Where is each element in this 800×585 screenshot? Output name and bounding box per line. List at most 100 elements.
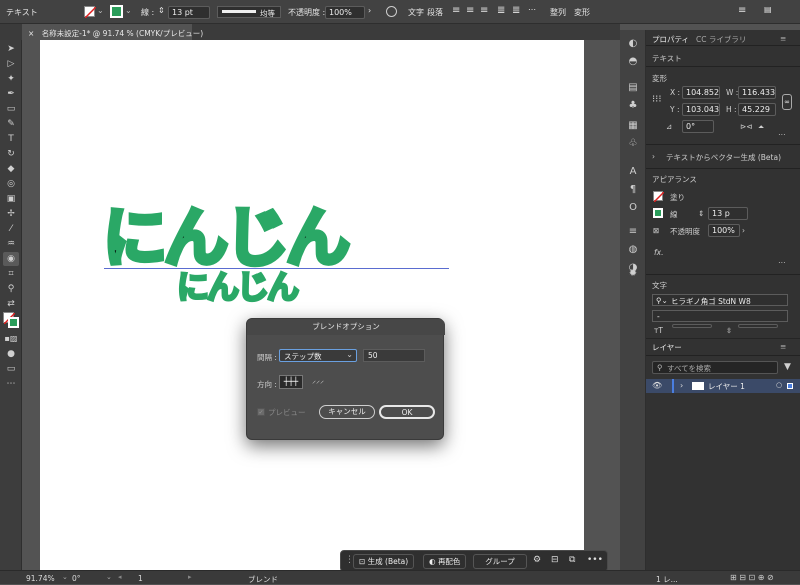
brush-tool-icon[interactable]: ✎ xyxy=(3,117,19,131)
rectangle-tool-icon[interactable]: ▭ xyxy=(3,102,19,116)
font-family-select[interactable]: ⚲⌄ ヒラギノ角ゴ StdN W8 xyxy=(652,294,788,306)
align-panel-icon[interactable]: ≡ xyxy=(627,226,639,238)
zoom-level[interactable]: 91.74% xyxy=(26,574,55,583)
symbols-icon[interactable]: ♧ xyxy=(627,138,639,150)
blend-tool-icon[interactable]: ◉ xyxy=(3,252,19,266)
expand-chevron-icon[interactable]: › xyxy=(652,152,655,161)
rotate-tool-icon[interactable]: ↻ xyxy=(3,147,19,161)
symbol-sprayer-tool-icon[interactable]: ♒ xyxy=(3,237,19,251)
steps-field[interactable]: 50 xyxy=(363,349,425,362)
panel-menu-icon[interactable]: ≡ xyxy=(780,342,786,351)
x-field[interactable]: 104.852 xyxy=(682,86,720,99)
layer-row[interactable]: 👁 › レイヤー 1 ○ xyxy=(646,379,800,393)
zoom-tool-icon[interactable]: ⚲ xyxy=(3,282,19,296)
font-style-select[interactable]: - xyxy=(652,310,788,322)
draw-mode-icon[interactable]: ● xyxy=(3,347,19,361)
stroke-dropdown-icon[interactable]: ⌄ xyxy=(125,6,132,15)
align-left-icon[interactable]: ≡ xyxy=(452,5,460,16)
swap-colors-icon[interactable]: ⇄ xyxy=(3,297,19,311)
panel-options-icon[interactable]: ▤ xyxy=(764,5,772,14)
opacity-field[interactable]: 100% xyxy=(708,224,740,237)
visibility-eye-icon[interactable]: 👁 xyxy=(652,381,662,390)
align-center-icon[interactable]: ≡ xyxy=(466,5,474,16)
fill-swatch[interactable] xyxy=(653,191,665,203)
constrain-proportions-icon[interactable]: ∞ xyxy=(782,94,792,110)
brushes-icon[interactable]: ♣ xyxy=(627,100,639,112)
stroke-swatch[interactable] xyxy=(653,208,663,218)
align-to-page-icon[interactable]: ┼┼┼ xyxy=(279,375,303,389)
type-tool-icon[interactable]: T xyxy=(3,132,19,146)
align-to-path-icon[interactable]: ⸝⸝⸝ xyxy=(306,375,330,389)
spacing-select[interactable]: ステップ数 ⌄ xyxy=(279,349,357,362)
toolbar-stroke-swatch[interactable] xyxy=(8,317,19,328)
mesh-tool-icon[interactable]: ✢ xyxy=(3,207,19,221)
fill-swatch[interactable] xyxy=(84,6,97,19)
layers-search-input[interactable]: ⚲ すべてを検索 xyxy=(652,361,778,374)
tab-layers[interactable]: レイヤー xyxy=(652,342,682,353)
group-button[interactable]: グループ xyxy=(473,554,527,569)
appearance-icon[interactable]: ✹ xyxy=(627,268,639,280)
stepper-icon[interactable]: ⇕ xyxy=(158,6,165,15)
eraser-tool-icon[interactable]: ◆ xyxy=(3,162,19,176)
stroke-weight-field[interactable]: 13 pt xyxy=(168,6,210,19)
character-link[interactable]: 文字 xyxy=(408,7,424,18)
more-appearance-icon[interactable]: ⋯ xyxy=(778,258,786,267)
magic-wand-tool-icon[interactable]: ✦ xyxy=(3,72,19,86)
artboard[interactable] xyxy=(40,40,584,570)
stepper-icon[interactable]: ⇕ xyxy=(698,209,704,218)
artboard-prev-icon[interactable]: ◂ xyxy=(118,573,122,581)
artboard-tool-icon[interactable]: ⌗ xyxy=(3,267,19,281)
y-field[interactable]: 103.043 xyxy=(682,103,720,116)
cancel-button[interactable]: キャンセル xyxy=(319,405,375,419)
transform-panel-link[interactable]: 変形 xyxy=(574,7,590,18)
rotation-dropdown-icon[interactable]: ⌄ xyxy=(106,573,112,581)
flip-vertical-icon[interactable]: ⏶ xyxy=(758,122,764,132)
filter-icon[interactable]: ▼ xyxy=(784,362,791,372)
fx-button[interactable]: fx. xyxy=(654,248,663,257)
more-options-icon[interactable]: ••• xyxy=(587,555,603,565)
opacity-field[interactable]: 100% xyxy=(325,6,365,19)
more-options-icon[interactable]: ⋯ xyxy=(528,5,536,14)
stroke-weight-field[interactable]: 13 p xyxy=(708,207,748,220)
recolor-globe-icon[interactable] xyxy=(386,6,397,17)
opacity-arrow-icon[interactable]: › xyxy=(368,6,371,15)
flip-horizontal-icon[interactable]: ⊳⊲ xyxy=(740,122,753,131)
rotate-field[interactable]: 0° xyxy=(682,120,714,133)
rotation-value[interactable]: 0° xyxy=(72,574,81,583)
blend-start-text[interactable]: にんじん xyxy=(101,187,353,279)
color-mode-icon[interactable]: ▪▨ xyxy=(3,332,19,346)
opentype-icon[interactable]: O xyxy=(627,202,639,214)
stroke-profile-select[interactable]: 均等 xyxy=(217,6,281,18)
align-justify-last-icon[interactable]: ≣ xyxy=(512,5,520,16)
paragraph-link[interactable]: 段落 xyxy=(427,7,443,18)
artboard-next-icon[interactable]: ▸ xyxy=(188,573,192,581)
menu-icon[interactable]: ≡ xyxy=(738,5,746,16)
character-panel-icon[interactable]: A xyxy=(627,166,639,178)
h-field[interactable]: 45.229 xyxy=(738,103,776,116)
fill-dropdown-icon[interactable]: ⌄ xyxy=(97,6,104,15)
selected-art-indicator[interactable] xyxy=(787,383,793,389)
stroke-swatch[interactable] xyxy=(110,5,123,18)
new-layer-icon[interactable]: ⊞ ⊟ ⊡ ⊕ ⊘ xyxy=(730,573,774,582)
eyedropper-tool-icon[interactable]: ⁄ xyxy=(3,222,19,236)
panel-menu-icon[interactable]: ≡ xyxy=(780,34,786,43)
leading-field[interactable] xyxy=(738,324,778,328)
text-to-vector-link[interactable]: テキストからベクター生成 (Beta) xyxy=(666,152,781,163)
zoom-dropdown-icon[interactable]: ⌄ xyxy=(62,573,68,581)
more-tools-icon[interactable]: ⋯ xyxy=(3,377,19,391)
settings-icon[interactable]: ⚙ xyxy=(533,555,541,565)
document-tab[interactable]: × 名称未設定-1* @ 91.74 % (CMYK/プレビュー) xyxy=(22,24,203,40)
expand-chevron-icon[interactable]: › xyxy=(680,381,683,390)
recolor-button[interactable]: ◐ 再配色 xyxy=(423,554,467,569)
target-circle-icon[interactable]: ○ xyxy=(776,381,782,389)
warp-tool-icon[interactable]: ◎ xyxy=(3,177,19,191)
direct-selection-tool-icon[interactable]: ▷ xyxy=(3,57,19,71)
pen-tool-icon[interactable]: ✒ xyxy=(3,87,19,101)
more-transform-icon[interactable]: ⋯ xyxy=(778,130,786,139)
layer-name[interactable]: レイヤー 1 xyxy=(708,381,745,392)
screen-mode-icon[interactable]: ▭ xyxy=(3,362,19,376)
close-tab-icon[interactable]: × xyxy=(28,29,34,38)
opacity-arrow-icon[interactable]: › xyxy=(742,226,745,235)
font-size-field[interactable] xyxy=(672,324,712,328)
lock-icon[interactable]: ⊟ xyxy=(551,555,559,565)
